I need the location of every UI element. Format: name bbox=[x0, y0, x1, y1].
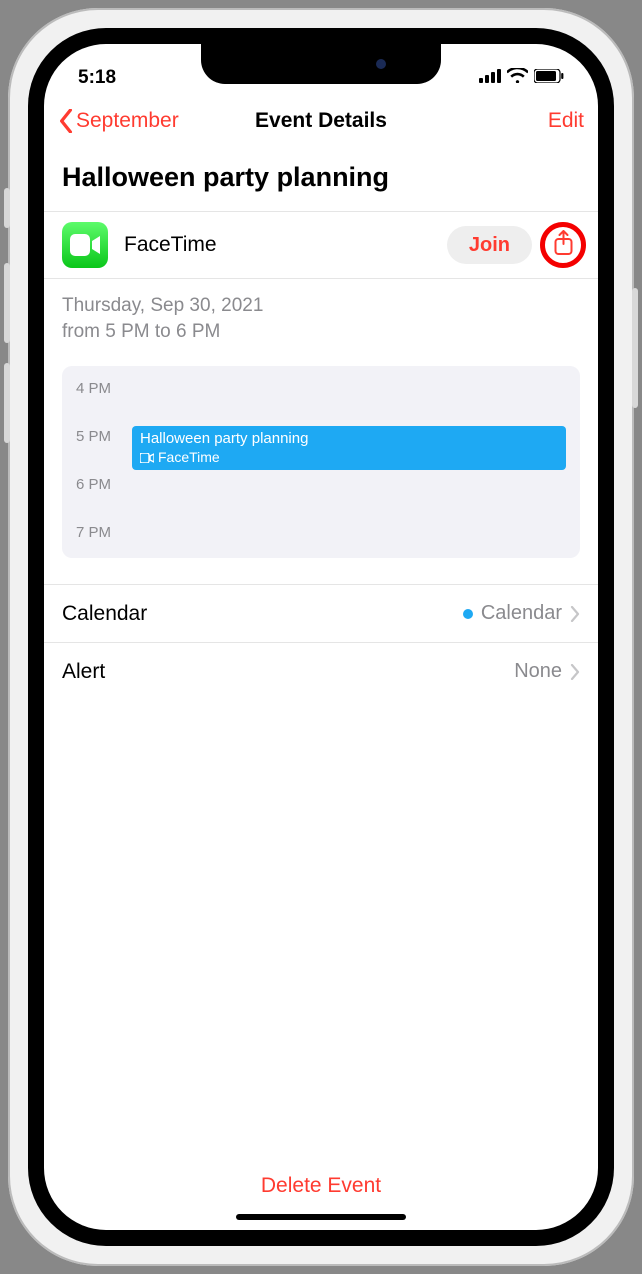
facetime-app-icon bbox=[62, 222, 108, 268]
hour-label: 6 PM bbox=[76, 476, 122, 493]
back-label: September bbox=[76, 109, 179, 133]
timeline-event-block[interactable]: Halloween party planning FaceTime bbox=[132, 426, 566, 470]
alert-value: None bbox=[514, 660, 562, 683]
alert-row[interactable]: Alert None bbox=[44, 642, 598, 700]
facetime-label: FaceTime bbox=[124, 233, 447, 257]
calendar-color-dot bbox=[463, 609, 473, 619]
share-icon bbox=[553, 230, 574, 256]
video-icon bbox=[140, 453, 154, 463]
home-indicator[interactable] bbox=[236, 1214, 406, 1220]
timeline-event-title: Halloween party planning bbox=[140, 430, 558, 449]
event-date: Thursday, Sep 30, 2021 bbox=[62, 293, 580, 319]
timeline-event-sub: FaceTime bbox=[158, 449, 220, 467]
nav-bar: September Event Details Edit bbox=[44, 94, 598, 148]
page-title: Event Details bbox=[255, 109, 387, 133]
share-button[interactable] bbox=[553, 230, 574, 261]
chevron-right-icon bbox=[570, 664, 580, 680]
calendar-label: Calendar bbox=[62, 602, 147, 626]
hour-label: 7 PM bbox=[76, 524, 122, 541]
delete-event-button[interactable]: Delete Event bbox=[44, 1154, 598, 1214]
timeline: 4 PM 5 PM 6 PM 7 PM Halloween party plan… bbox=[62, 366, 580, 558]
cell-signal-icon bbox=[479, 67, 501, 89]
calendar-row[interactable]: Calendar Calendar bbox=[44, 584, 598, 642]
event-time: from 5 PM to 6 PM bbox=[62, 319, 580, 345]
chevron-left-icon bbox=[58, 109, 74, 133]
event-title: Halloween party planning bbox=[44, 148, 598, 211]
join-button[interactable]: Join bbox=[447, 226, 532, 264]
alert-label: Alert bbox=[62, 660, 105, 684]
back-button[interactable]: September bbox=[58, 109, 179, 133]
share-highlight-circle bbox=[540, 222, 586, 268]
chevron-right-icon bbox=[570, 606, 580, 622]
wifi-icon bbox=[507, 67, 528, 89]
hour-label: 4 PM bbox=[76, 380, 122, 397]
status-right bbox=[479, 67, 564, 89]
event-datetime: Thursday, Sep 30, 2021 from 5 PM to 6 PM bbox=[44, 279, 598, 358]
status-time: 5:18 bbox=[78, 67, 116, 89]
facetime-row: FaceTime Join bbox=[44, 211, 598, 279]
calendar-value: Calendar bbox=[481, 602, 562, 625]
edit-button[interactable]: Edit bbox=[548, 109, 584, 133]
battery-icon bbox=[534, 67, 564, 89]
hour-label: 5 PM bbox=[76, 428, 122, 445]
